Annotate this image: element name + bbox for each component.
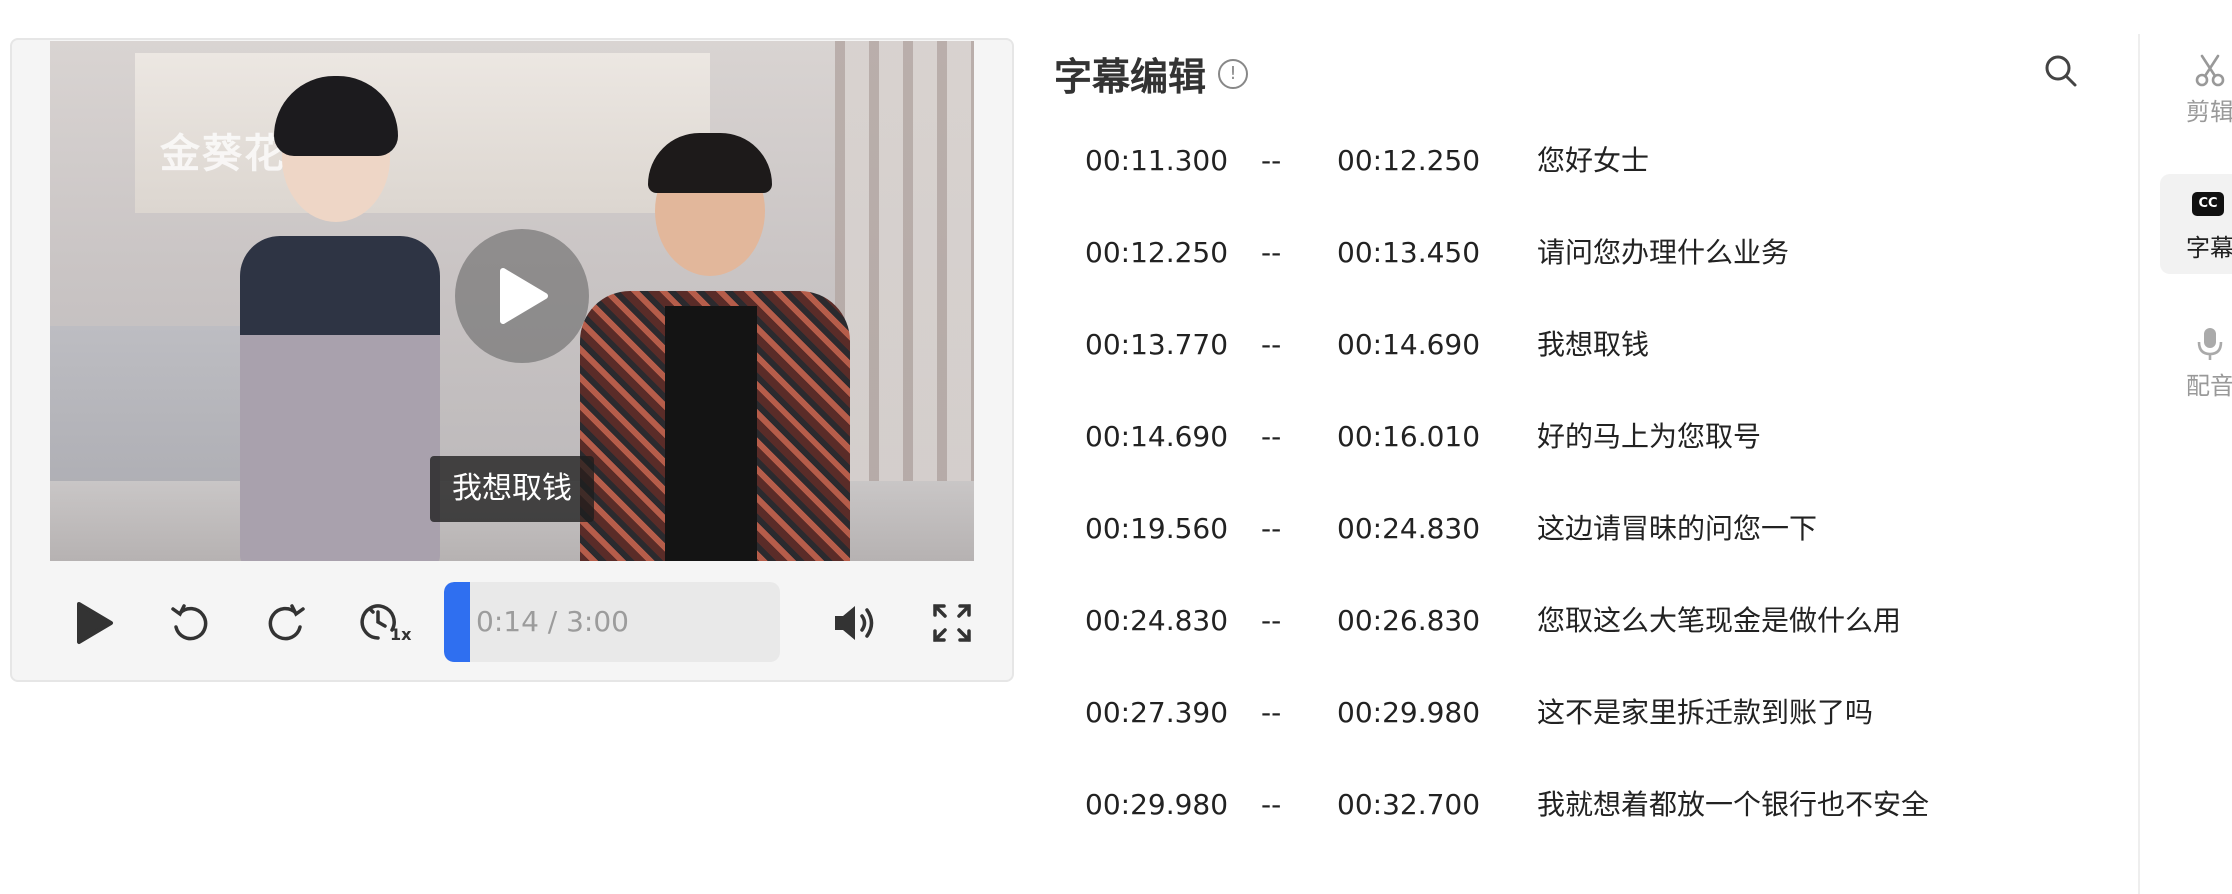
subtitle-overlay: 我想取钱 [430,456,594,522]
rail-item-subtitle[interactable]: CC 字幕 [2160,174,2232,274]
speed-badge: 1x [390,625,412,644]
subtitle-separator: -- [1261,696,1282,729]
panel-title-text: 字幕编辑 [1054,55,1207,99]
progress-bar[interactable]: 0:14 / 3:00 [444,582,780,662]
forward-button[interactable] [256,593,316,653]
rewind-button[interactable] [160,593,220,653]
play-button[interactable] [64,593,124,653]
rail-label-dubbing: 配音 [2186,372,2232,400]
subtitle-start-time: 00:14.690 [1085,420,1229,453]
rewind-icon [171,604,208,641]
player-controls: 1x 0:14 / 3:00 [12,563,1012,680]
subtitle-row[interactable]: 00:24.830 -- 00:26.830 您取这么大笔现金是做什么用 [1085,575,2085,667]
subtitle-end-time: 00:16.010 [1337,420,1481,453]
subtitle-text[interactable]: 好的马上为您取号 [1537,391,1761,483]
search-icon [2045,55,2077,87]
video-player: 金葵花理 我想取钱 1x 0:14 / 3:00 [10,38,1014,682]
subtitle-end-time: 00:12.250 [1337,144,1481,177]
volume-button[interactable] [824,593,884,653]
subtitle-row[interactable]: 00:12.250 -- 00:13.450 请问您办理什么业务 [1085,207,2085,299]
subtitle-text[interactable]: 这边请冒昧的问您一下 [1537,483,1817,575]
rail-item-cut[interactable]: 剪辑 [2160,38,2232,138]
subtitle-text[interactable]: 请问您办理什么业务 [1537,207,1789,299]
microphone-icon [2197,328,2223,360]
play-icon [77,602,113,644]
subtitle-start-time: 00:13.770 [1085,328,1229,361]
subtitle-text[interactable]: 我想取钱 [1537,299,1649,391]
subtitle-separator: -- [1261,512,1282,545]
rail-label-cut: 剪辑 [2186,98,2232,126]
forward-icon [268,604,305,641]
fullscreen-icon [933,604,971,642]
subtitle-text[interactable]: 您好女士 [1537,115,1649,207]
subtitle-text[interactable]: 我就想着都放一个银行也不安全 [1537,759,1929,851]
rail-divider [2138,34,2140,894]
subtitle-row[interactable]: 00:29.980 -- 00:32.700 我就想着都放一个银行也不安全 [1085,759,2085,851]
progress-fill [444,582,471,662]
subtitle-separator: -- [1261,604,1282,637]
subtitle-list: 00:11.300 -- 00:12.250 您好女士 00:12.250 -- 00:13… [1085,115,2085,851]
subtitle-row[interactable]: 00:27.390 -- 00:29.980 这不是家里拆迁款到账了吗 [1085,667,2085,759]
progress-time: 0:14 / 3:00 [476,605,629,638]
subtitle-row[interactable]: 00:14.690 -- 00:16.010 好的马上为您取号 [1085,391,2085,483]
subtitle-separator: -- [1261,236,1282,269]
subtitle-start-time: 00:27.390 [1085,696,1229,729]
video-person-customer [570,111,870,561]
cc-icon: CC [2192,192,2224,216]
play-icon [500,268,548,324]
info-icon[interactable]: ! [1218,58,1249,89]
subtitle-start-time: 00:12.250 [1085,236,1229,269]
rail-label-subtitle: 字幕 [2186,234,2232,262]
subtitle-end-time: 00:13.450 [1337,236,1481,269]
subtitle-separator: -- [1261,788,1282,821]
playback-speed-button[interactable]: 1x [354,593,414,653]
subtitle-separator: -- [1261,144,1282,177]
subtitle-text[interactable]: 这不是家里拆迁款到账了吗 [1537,667,1873,759]
subtitle-start-time: 00:19.560 [1085,512,1229,545]
panel-title: 字幕编辑 ! [1054,46,1249,101]
subtitle-start-time: 00:11.300 [1085,144,1229,177]
subtitle-end-time: 00:14.690 [1337,328,1481,361]
subtitle-start-time: 00:24.830 [1085,604,1229,637]
subtitle-row[interactable]: 00:11.300 -- 00:12.250 您好女士 [1085,115,2085,207]
subtitle-end-time: 00:32.700 [1337,788,1481,821]
subtitle-end-time: 00:29.980 [1337,696,1481,729]
fullscreen-button[interactable] [922,593,982,653]
subtitle-start-time: 00:29.980 [1085,788,1229,821]
video-frame[interactable]: 金葵花理 我想取钱 [50,41,974,561]
subtitle-text[interactable]: 您取这么大笔现金是做什么用 [1537,575,1901,667]
subtitle-end-time: 00:24.830 [1337,512,1481,545]
subtitle-end-time: 00:26.830 [1337,604,1481,637]
big-play-button[interactable] [455,229,589,363]
scissors-icon [2195,54,2225,87]
search-button[interactable] [2044,54,2078,88]
volume-icon [835,606,874,640]
subtitle-row[interactable]: 00:13.770 -- 00:14.690 我想取钱 [1085,299,2085,391]
subtitle-row[interactable]: 00:19.560 -- 00:24.830 这边请冒昧的问您一下 [1085,483,2085,575]
rail-item-dubbing[interactable]: 配音 [2160,312,2232,412]
subtitle-separator: -- [1261,420,1282,453]
subtitle-separator: -- [1261,328,1282,361]
